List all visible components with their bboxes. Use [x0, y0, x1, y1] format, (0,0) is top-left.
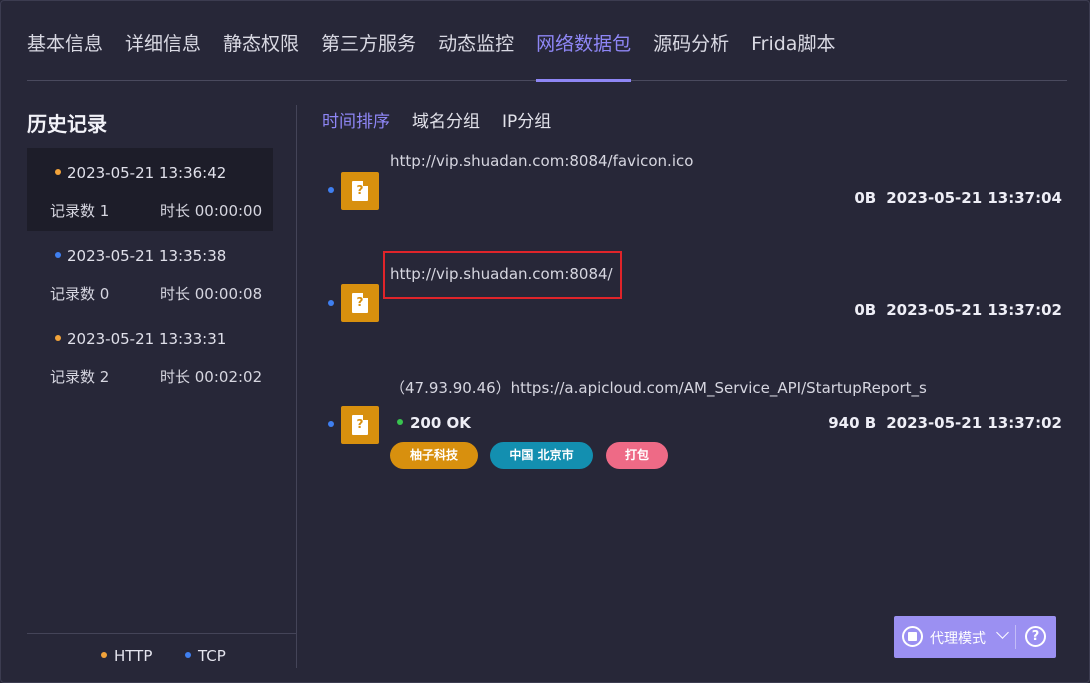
proxy-mode-button[interactable]: 代理模式 ?	[894, 616, 1056, 658]
history-item[interactable]: 2023-05-21 13:35:38 记录数 0 时长 00:00:08	[27, 231, 273, 314]
packet-url: http://vip.shuadan.com:8084/favicon.ico	[390, 152, 694, 170]
panel-divider	[296, 105, 297, 668]
packet-time: 2023-05-21 13:37:04	[886, 189, 1062, 207]
main-tabs: 基本信息 详细信息 静态权限 第三方服务 动态监控 网络数据包 源码分析 Fri…	[27, 26, 1067, 82]
legend-http: HTTP	[101, 647, 152, 665]
button-separator	[1015, 625, 1016, 649]
legend-tcp-label: TCP	[198, 647, 226, 665]
tab-source-analysis[interactable]: 源码分析	[653, 26, 729, 81]
http-status-dot	[55, 169, 61, 175]
tab-group-by-ip[interactable]: IP分组	[502, 107, 551, 132]
packing-tag: 打包	[606, 442, 668, 469]
chevron-down-icon[interactable]	[996, 626, 1009, 639]
legend-tcp: TCP	[185, 647, 226, 665]
tab-static-permissions[interactable]: 静态权限	[223, 26, 299, 81]
unknown-file-icon: ?	[341, 172, 379, 210]
history-list: 2023-05-21 13:36:42 记录数 1 时长 00:00:00 20…	[27, 148, 273, 397]
protocol-dot-icon	[328, 300, 334, 306]
packet-item[interactable]: http://vip.shuadan.com:8084/favicon.ico …	[322, 150, 1062, 220]
history-duration: 时长 00:00:08	[160, 285, 263, 303]
legend-divider	[27, 633, 296, 634]
history-time: 2023-05-21 13:36:42	[67, 164, 227, 182]
history-item[interactable]: 2023-05-21 13:36:42 记录数 1 时长 00:00:00	[27, 148, 273, 231]
proxy-mode-label: 代理模式	[930, 631, 986, 647]
http-status-dot	[55, 335, 61, 341]
history-record-count: 记录数 1	[50, 202, 110, 220]
packet-item[interactable]: （47.93.90.46）https://a.apicloud.com/AM_S…	[322, 375, 1062, 475]
protocol-dot-icon	[328, 421, 334, 427]
company-tag: 柚子科技	[390, 442, 478, 469]
legend-http-label: HTTP	[114, 647, 153, 665]
history-time: 2023-05-21 13:33:31	[67, 330, 227, 348]
history-title: 历史记录	[27, 112, 107, 136]
tab-third-party-services[interactable]: 第三方服务	[321, 26, 416, 81]
tab-network-packets[interactable]: 网络数据包	[536, 26, 632, 82]
http-dot-icon	[101, 652, 107, 658]
tab-basic-info[interactable]: 基本信息	[27, 26, 103, 81]
unknown-file-icon: ?	[341, 284, 379, 322]
history-duration: 时长 00:02:02	[160, 368, 263, 386]
sort-tabs: 时间排序 域名分组 IP分组	[322, 107, 573, 132]
tab-dynamic-monitor[interactable]: 动态监控	[438, 26, 514, 81]
tab-detail-info[interactable]: 详细信息	[125, 26, 201, 81]
location-tag: 中国 北京市	[490, 442, 593, 469]
help-icon[interactable]: ?	[1025, 626, 1046, 647]
highlight-annotation-box	[383, 251, 622, 299]
response-status: 200 OK	[397, 414, 471, 432]
unknown-file-icon: ?	[341, 406, 379, 444]
packet-time: 2023-05-21 13:37:02	[886, 414, 1062, 432]
stop-icon[interactable]	[902, 626, 923, 647]
history-duration: 时长 00:00:00	[160, 202, 263, 220]
protocol-dot-icon	[328, 187, 334, 193]
history-record-count: 记录数 2	[50, 368, 110, 386]
history-record-count: 记录数 0	[50, 285, 110, 303]
tab-frida-script[interactable]: Frida脚本	[751, 26, 835, 81]
history-item[interactable]: 2023-05-21 13:33:31 记录数 2 时长 00:02:02	[27, 314, 273, 397]
packet-time: 2023-05-21 13:37:02	[886, 301, 1062, 319]
tab-group-by-domain[interactable]: 域名分组	[412, 107, 480, 132]
packet-size: 0B	[854, 301, 877, 319]
tcp-dot-icon	[185, 652, 191, 658]
status-ok-dot	[397, 419, 403, 425]
history-time: 2023-05-21 13:35:38	[67, 247, 227, 265]
packet-url: （47.93.90.46）https://a.apicloud.com/AM_S…	[390, 379, 927, 397]
packet-size: 940 B	[828, 414, 877, 432]
packet-size: 0B	[854, 189, 877, 207]
tcp-status-dot	[55, 252, 61, 258]
tab-sort-by-time[interactable]: 时间排序	[322, 107, 390, 132]
